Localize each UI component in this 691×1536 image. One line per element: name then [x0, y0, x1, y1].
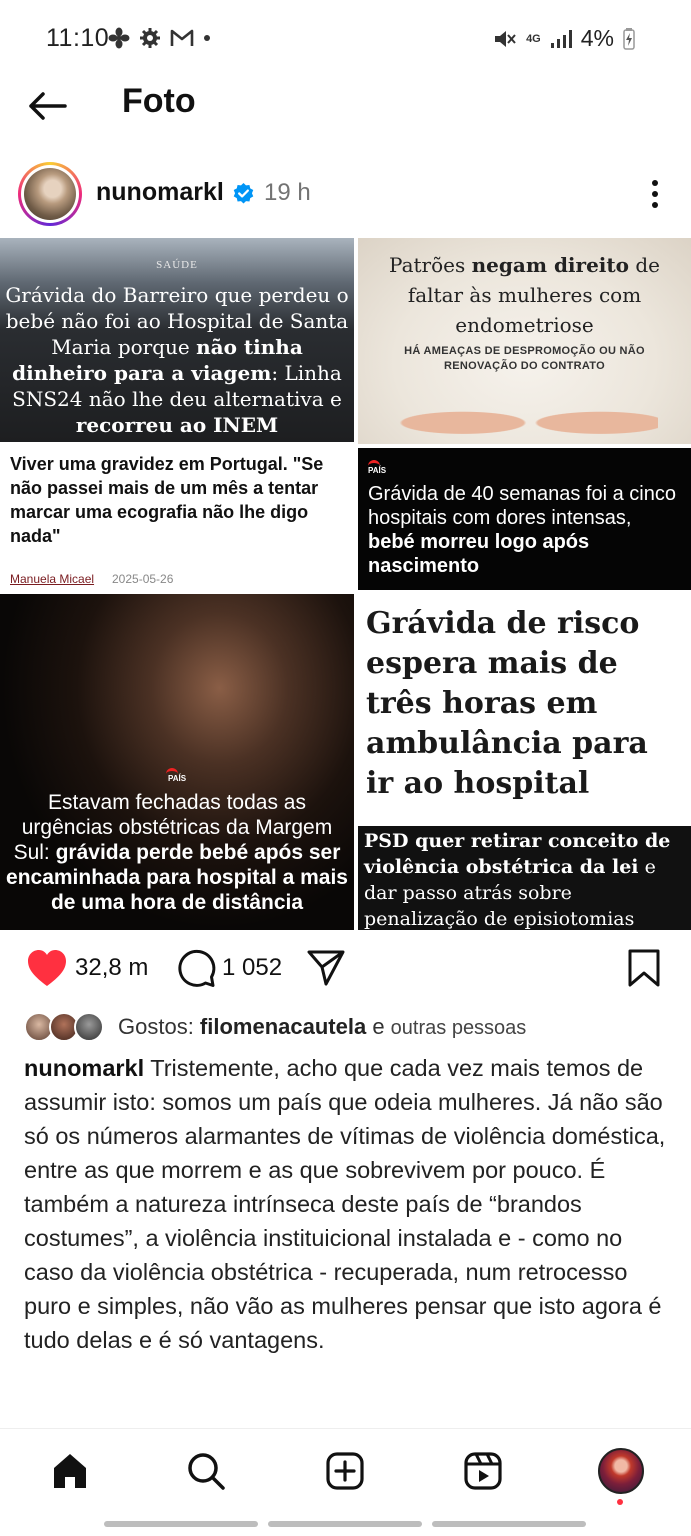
gesture-bar [104, 1521, 258, 1527]
profile-avatar [598, 1448, 644, 1494]
more-options-button[interactable] [643, 174, 667, 214]
likes-summary[interactable]: Gostos: filomenacautela e outras pessoas [24, 1010, 674, 1044]
network-label: 4G [526, 32, 541, 45]
page-title: Foto [122, 82, 196, 120]
status-bar: 11:10 4G 4% [0, 0, 691, 80]
collage-tile-7: PSD quer retirar conceito de violência o… [358, 826, 691, 930]
collage-tile-2: Patrões negam direito de faltar às mulhe… [358, 238, 691, 444]
post-time: 19 h [264, 179, 311, 206]
collage-tile-5: PAÍS Estavam fechadas todas as urgências… [0, 594, 354, 930]
post-actions: 32,8 m 1 052 [0, 940, 691, 1000]
nav-search[interactable] [182, 1447, 230, 1495]
caption-text: Tristemente, acho que cada vez mais temo… [24, 1055, 666, 1353]
search-icon [188, 1453, 225, 1490]
status-time: 11:10 [46, 24, 110, 52]
collage-tile-3: Viver uma gravidez em Portugal. "Se não … [0, 444, 354, 590]
reels-icon [464, 1452, 502, 1490]
battery-level: 4% [580, 25, 614, 51]
collage-tile-1: SAÚDE Grávida do Barreiro que perdeu o b… [0, 238, 354, 442]
post-image[interactable]: SAÚDE Grávida do Barreiro que perdeu o b… [0, 238, 691, 930]
top-bar: Foto [0, 74, 691, 136]
send-icon[interactable] [306, 949, 346, 987]
heart-filled-icon[interactable] [26, 948, 68, 988]
gear-icon [140, 28, 160, 48]
mute-icon [495, 30, 516, 47]
battery-charging-icon [623, 27, 635, 50]
collage-tile-6: Grávida de risco espera mais de três hor… [358, 594, 691, 822]
nav-profile[interactable] [597, 1447, 645, 1505]
notification-dot [617, 1499, 623, 1505]
like-count[interactable]: 32,8 m [75, 954, 148, 982]
fan-icon [108, 27, 130, 49]
more-vertical-icon [652, 180, 658, 186]
signal-icon [550, 29, 572, 48]
collage-tile-4: PAÍS Grávida de 40 semanas foi a cinco h… [358, 448, 691, 590]
post-caption: nunomarkl Tristemente, acho que cada vez… [24, 1051, 670, 1357]
post-header: nunomarkl 19 h [0, 158, 691, 234]
liker-username[interactable]: filomenacautela [200, 1014, 366, 1039]
gesture-bar [268, 1521, 422, 1527]
dot-icon [204, 35, 210, 41]
comment-icon[interactable] [176, 948, 216, 988]
nav-home[interactable] [46, 1447, 94, 1495]
liker-avatars [24, 1012, 108, 1044]
home-icon [54, 1454, 86, 1488]
create-icon [326, 1452, 364, 1490]
arrow-left-icon [29, 92, 67, 120]
nav-reels[interactable] [459, 1447, 507, 1495]
author-username[interactable]: nunomarkl [96, 178, 224, 207]
nav-create[interactable] [321, 1447, 369, 1495]
gesture-bar [432, 1521, 586, 1527]
back-button[interactable] [24, 86, 70, 126]
author-avatar[interactable] [18, 162, 82, 226]
bookmark-icon[interactable] [626, 948, 662, 988]
gmail-icon [170, 29, 194, 46]
caption-username[interactable]: nunomarkl [24, 1055, 144, 1081]
verified-badge-icon [233, 182, 254, 204]
comment-count[interactable]: 1 052 [222, 954, 282, 982]
bottom-navigation [0, 1428, 691, 1536]
